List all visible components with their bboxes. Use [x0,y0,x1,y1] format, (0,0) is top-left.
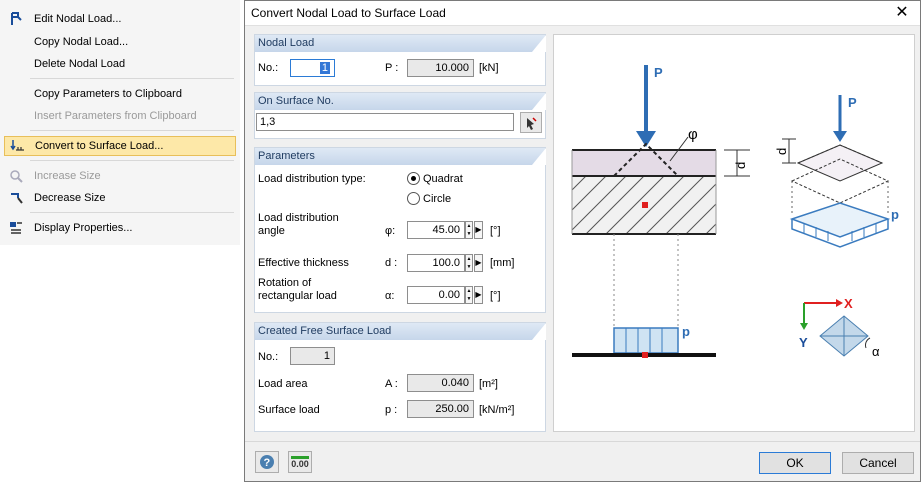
thickness-input[interactable]: 100.0 [407,254,465,272]
menu-separator [30,130,234,131]
menu-item-display-properties[interactable]: Display Properties... [4,218,236,238]
dialog-title: Convert Nodal Load to Surface Load [251,6,446,20]
menu-item-increase-size[interactable]: Increase Size [4,166,236,186]
menu-item-convert-to-surface-load[interactable]: Convert to Surface Load... [4,136,236,156]
menu-item-copy-parameters[interactable]: Copy Parameters to Clipboard [4,84,236,104]
menu-item-insert-parameters[interactable]: Insert Parameters from Clipboard [4,106,236,126]
surface-load-field: 250.00 [407,400,474,418]
label-x: X [844,296,853,311]
label-d: d [733,162,748,169]
load-distribution-diagram: P φ d p P d p X Y α [553,34,915,432]
label-p: p [682,324,690,339]
nodal-load-p-field: 10.000 [407,59,474,77]
menu-item-edit-nodal-load[interactable]: Edit Nodal Load... [4,9,236,29]
label-P2: P [848,95,857,110]
help-button[interactable]: ? [255,451,279,473]
surface-number-input[interactable]: 1,3 [256,113,514,131]
label-P: P [654,65,663,80]
rotation-symbol: α: [385,290,395,302]
ok-button[interactable]: OK [759,452,831,474]
quadrat-radio[interactable] [407,172,420,185]
rotation-spinner[interactable]: ▲ ▼ [465,286,473,304]
thickness-label: Effective thickness [258,257,349,269]
surface-group: On Surface No. 1,3 [254,92,546,139]
units-button[interactable]: 0.00 [288,451,312,473]
title-bar: Convert Nodal Load to Surface Load ✕ [245,1,920,26]
label-phi: φ [688,126,698,143]
cancel-button[interactable]: Cancel [842,452,914,474]
angle-symbol: φ: [385,225,396,237]
menu-item-delete-nodal-load[interactable]: Delete Nodal Load [4,54,236,74]
thickness-spinner[interactable]: ▲ ▼ [465,254,473,272]
label-p2: p [891,207,899,222]
angle-arrow-button[interactable]: ▶ [474,221,483,239]
svg-text:?: ? [264,457,271,469]
nodal-load-header: Nodal Load [255,35,546,52]
label-y: Y [799,335,808,350]
help-icon: ? [260,455,274,469]
rotation-input[interactable]: 0.00 [407,286,465,304]
convert-load-icon [8,138,26,154]
convert-dialog: Convert Nodal Load to Surface Load ✕ Nod… [244,0,921,482]
decrease-size-icon [7,190,25,206]
units-icon: 0.00 [291,455,309,469]
rotation-label-line2: rectangular load [258,290,337,302]
context-menu: Edit Nodal Load... Copy Nodal Load... De… [0,0,240,245]
menu-item-copy-nodal-load[interactable]: Copy Nodal Load... [4,32,236,52]
rotation-label-line1: Rotation of [258,277,312,289]
distribution-type-label: Load distribution type: [258,173,366,185]
surface-header: On Surface No. [255,93,546,110]
nodal-load-p-unit: [kN] [479,62,499,74]
nodal-load-no-field[interactable]: 1 [290,59,335,77]
load-area-symbol: A : [385,378,398,390]
created-no-label: No.: [258,351,279,363]
angle-input[interactable]: 45.00 [407,221,465,239]
angle-label-line1: Load distribution [258,212,339,224]
load-area-field: 0.040 [407,374,474,392]
angle-unit: [°] [490,225,501,237]
select-surface-button[interactable] [520,112,542,133]
surface-load-unit: [kN/m²] [479,404,515,416]
quadrat-label: Quadrat [423,173,463,185]
close-icon[interactable]: ✕ [892,3,912,23]
angle-spinner[interactable]: ▲ ▼ [465,221,473,239]
edit-load-icon [7,11,25,27]
surface-load-symbol: p : [385,404,398,416]
surface-load-label: Surface load [258,404,320,416]
created-load-header: Created Free Surface Load [255,323,546,340]
load-area-unit: [m²] [479,378,498,390]
label-d2: d [774,148,789,155]
nodal-load-p-label: P : [385,62,399,74]
thickness-unit: [mm] [490,257,515,269]
angle-label-line2: angle [258,225,285,237]
thickness-symbol: d : [385,257,398,269]
parameters-header: Parameters [255,148,546,165]
rotation-arrow-button[interactable]: ▶ [474,286,483,304]
display-properties-icon [7,220,25,236]
rotation-unit: [°] [490,290,501,302]
pick-cursor-icon [527,116,537,130]
created-no-field: 1 [290,347,335,365]
label-alpha: α [872,344,880,359]
menu-item-decrease-size[interactable]: Decrease Size [4,188,236,208]
load-area-label: Load area [258,378,308,390]
circle-radio[interactable] [407,192,420,205]
thickness-arrow-button[interactable]: ▶ [474,254,483,272]
menu-separator [30,212,234,213]
created-load-group: Created Free Surface Load No.: 1 Load ar… [254,322,546,432]
circle-label: Circle [423,193,452,205]
menu-separator [30,78,234,79]
nodal-load-no-label: No.: [258,62,279,74]
nodal-load-group: Nodal Load No.: 1 P : 10.000 [kN] [254,34,546,86]
increase-size-icon [7,168,25,184]
menu-separator [30,160,234,161]
parameters-group: Parameters Load distribution type: Quadr… [254,147,546,313]
